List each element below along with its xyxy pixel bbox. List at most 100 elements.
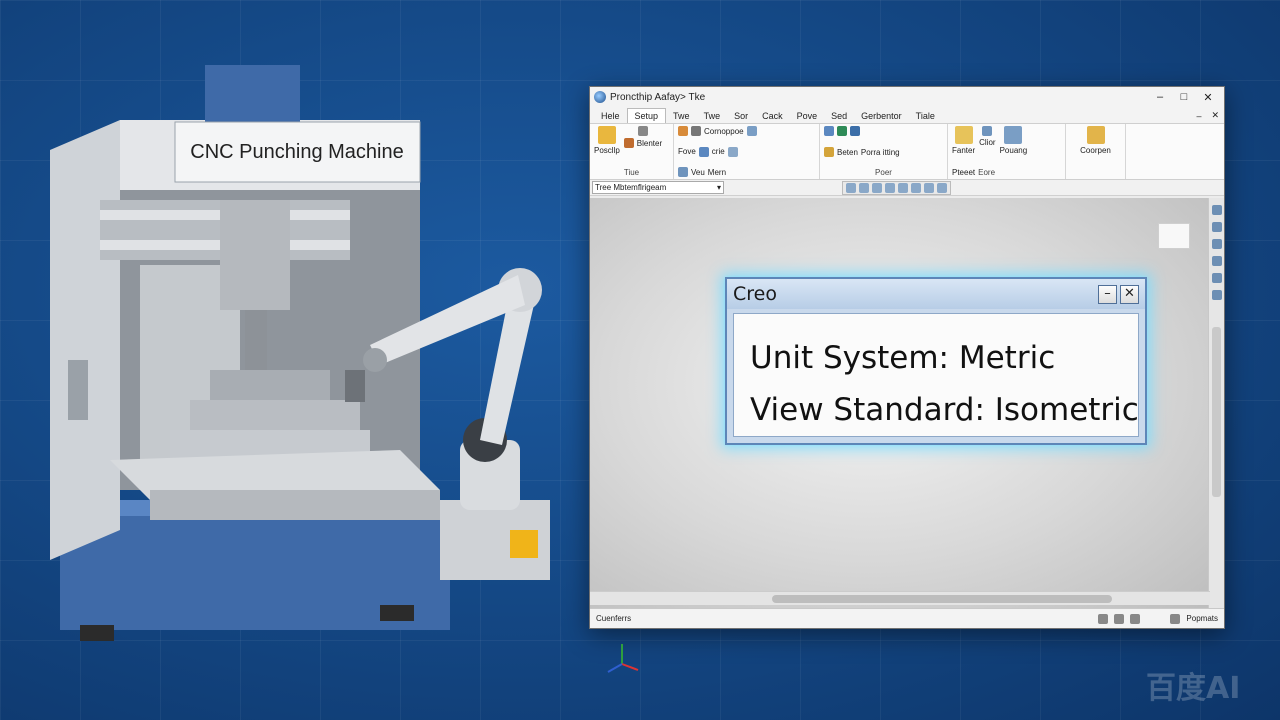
annotation-icon[interactable] <box>937 182 947 193</box>
machine-sign-text: CNC Punching Machine <box>190 141 403 163</box>
clior-button[interactable]: Clior <box>979 126 996 155</box>
unit-system-text: Unit System: Metric <box>750 340 1056 376</box>
machine-side-panel <box>50 120 120 560</box>
coordinate-axes-icon <box>607 644 639 673</box>
group-label-eore: Eore <box>978 168 996 177</box>
view-tools <box>842 180 951 195</box>
view-standard-text: View Standard: Isometric <box>750 392 1139 428</box>
poscllp-button[interactable]: Poscllp <box>594 126 620 155</box>
status-right: Popmats <box>1186 614 1218 623</box>
datum-display-icon[interactable] <box>924 182 934 193</box>
vertical-scrollbar[interactable] <box>1212 327 1221 497</box>
view-thumbnail <box>1158 223 1190 249</box>
pencil-icon <box>678 126 688 136</box>
ribbon: Poscllp Blenter Tiue Cornoppoe Fove crie … <box>590 124 1224 180</box>
fove-crie-button[interactable]: Fove crie <box>678 146 815 157</box>
repaint-icon[interactable] <box>885 182 895 193</box>
color-icon <box>982 126 993 136</box>
coorpen-button[interactable]: Coorpen <box>1070 126 1121 155</box>
ribbon-minimize-button[interactable]: – <box>1191 111 1206 123</box>
status-icon-4[interactable] <box>1170 613 1181 624</box>
refit-icon[interactable] <box>872 182 882 193</box>
close-button[interactable]: ✕ <box>1196 91 1220 104</box>
document-icon <box>954 126 973 144</box>
chevron-down-icon: ▾ <box>716 183 721 192</box>
arrow-icon <box>824 126 834 136</box>
tab-setup[interactable]: Setup <box>626 108 667 123</box>
fanter-button[interactable]: Fanter <box>952 126 975 155</box>
horizontal-scrollbar[interactable] <box>590 591 1210 605</box>
component-icon <box>1086 126 1105 144</box>
ribbon-group-2: Cornoppoe Fove crie Veu Mern <box>674 124 820 179</box>
ribbon-group-5: Coorpen <box>1066 124 1126 179</box>
view-toolbar: Tree Mbtemflrigeam ▾ <box>590 180 1224 196</box>
table-icon <box>727 146 738 157</box>
brush-icon[interactable] <box>1211 256 1222 266</box>
status-icon-3[interactable] <box>1130 613 1141 624</box>
tab-cack[interactable]: Cack <box>755 109 790 123</box>
tab-tiale[interactable]: Tiale <box>909 109 942 123</box>
machine-top <box>205 65 300 125</box>
view-icon <box>678 167 688 177</box>
status-left: Cuenferrs <box>596 614 632 623</box>
tab-sed[interactable]: Sed <box>824 109 854 123</box>
cube-icon <box>1004 126 1023 144</box>
tab-twe-2[interactable]: Twe <box>697 109 728 123</box>
machine-spindle <box>220 200 290 310</box>
dialog-close-button[interactable]: ✕ <box>1120 284 1139 304</box>
minimize-button[interactable]: – <box>1148 91 1172 103</box>
model-tree-select[interactable]: Tree Mbtemflrigeam ▾ <box>592 181 724 194</box>
ribbon-group-4: Fanter Clior Pouang Pteeet Eore <box>948 124 1066 179</box>
tag-icon[interactable] <box>1211 239 1222 249</box>
saved-views-icon[interactable] <box>911 182 921 193</box>
cut-icon <box>746 126 757 136</box>
scrollbar-thumb[interactable] <box>772 595 1112 603</box>
check-icon <box>824 147 834 157</box>
link-icon[interactable] <box>1211 222 1222 232</box>
status-bar: Cuenferrs Popmats <box>590 608 1224 628</box>
ribbon-group-3: Beten Porra itting Poer <box>820 124 948 179</box>
folder-icon <box>597 126 616 144</box>
group-label-poer: Poer <box>875 168 892 177</box>
undo-icon[interactable] <box>1211 205 1222 215</box>
creo-dialog: Creo – ✕ Unit System: Metric View Standa… <box>725 277 1147 445</box>
dialog-body: Unit System: Metric View Standard: Isome… <box>733 313 1139 437</box>
blenter-button[interactable]: Blenter <box>623 138 662 148</box>
tab-pove[interactable]: Pove <box>790 109 825 123</box>
tab-hele[interactable]: Hele <box>594 109 627 123</box>
dialog-title-bar: Creo – ✕ <box>727 279 1145 309</box>
ribbon-close-button[interactable]: ✕ <box>1206 110 1224 123</box>
cornoppoe-button[interactable]: Cornoppoe <box>678 126 815 136</box>
bolt-icon <box>837 126 847 136</box>
watermark: 百度AI <box>1146 671 1241 706</box>
tab-sor[interactable]: Sor <box>727 109 755 123</box>
veu-mern-button[interactable]: Veu Mern <box>678 167 815 177</box>
pteeet-label: Pteeet <box>952 168 976 177</box>
settings-icon[interactable] <box>1211 290 1222 300</box>
ribbon-tabs: Hele Setup Twe Twe Sor Cack Pove Sed Ger… <box>590 107 1224 124</box>
maximize-button[interactable]: □ <box>1172 91 1196 103</box>
pouang-button[interactable]: Pouang <box>1000 126 1027 155</box>
layers-icon[interactable] <box>1211 273 1222 283</box>
dialog-title: Creo <box>733 283 777 305</box>
shape-icon <box>698 146 709 157</box>
title-bar: Proncthip Aafay> Tke – □ ✕ <box>590 87 1224 107</box>
grid-icon <box>637 126 648 136</box>
ribbon-group-1: Poscllp Blenter Tiue <box>590 124 674 179</box>
list-icon <box>691 126 701 136</box>
creo-app-icon <box>594 91 606 103</box>
workpiece <box>210 370 330 400</box>
status-icon-1[interactable] <box>1098 613 1109 624</box>
zoom-out-icon[interactable] <box>859 182 869 193</box>
tab-gerbentor[interactable]: Gerbentor <box>854 109 909 123</box>
gear-icon <box>850 126 860 136</box>
dialog-minimize-button[interactable]: – <box>1098 284 1117 304</box>
status-icon-2[interactable] <box>1114 613 1125 624</box>
display-style-icon[interactable] <box>898 182 908 193</box>
tab-twe-1[interactable]: Twe <box>666 109 697 123</box>
group-label-tiue: Tiue <box>623 168 640 177</box>
zoom-in-icon[interactable] <box>846 182 856 193</box>
cnc-machine-illustration: CNC Punching Machine <box>50 65 550 641</box>
beten-button[interactable]: Beten Porra itting <box>824 147 943 157</box>
porra-itting-button[interactable]: Porra itting <box>861 148 900 157</box>
